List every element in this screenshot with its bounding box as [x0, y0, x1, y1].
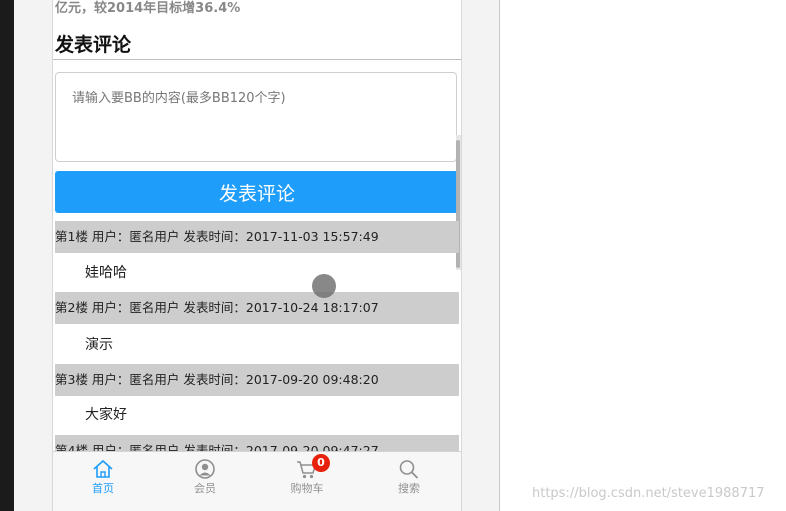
comment-body: 娃哈哈	[85, 265, 127, 281]
tab-home[interactable]: 首页	[73, 455, 133, 507]
comment-body: 演示	[85, 337, 113, 353]
tab-member[interactable]: 会员	[175, 455, 235, 507]
left-gutter	[14, 0, 52, 511]
touch-cursor-indicator	[312, 274, 336, 298]
tab-search[interactable]: 搜索	[379, 455, 439, 507]
phone-viewport[interactable]: 亿元，较2014年目标增36.4% 发表评论 发表评论 第1楼 用户：匿名用户 …	[52, 0, 462, 511]
tab-label: 首页	[92, 482, 114, 495]
tab-label: 搜索	[398, 482, 420, 495]
home-icon	[93, 459, 113, 478]
tab-cart[interactable]: 0 购物车	[277, 454, 337, 507]
comment-body: 大家好	[85, 407, 127, 423]
bottom-tabbar: 首页 会员 0 购物车 搜索	[53, 451, 461, 511]
screenshot-stage: 亿元，较2014年目标增36.4% 发表评论 发表评论 第1楼 用户：匿名用户 …	[0, 0, 786, 511]
comment-header: 第1楼 用户：匿名用户 发表时间：2017-11-03 15:57:49	[55, 221, 459, 253]
right-gutter	[462, 0, 500, 511]
vertical-divider	[499, 0, 500, 511]
member-icon	[195, 459, 215, 479]
watermark-text: https://blog.csdn.net/steve1988717	[532, 486, 765, 501]
comment-input[interactable]	[55, 72, 457, 162]
article-text-fragment: 亿元，较2014年目标增36.4%	[55, 1, 241, 16]
submit-comment-button[interactable]: 发表评论	[55, 171, 459, 213]
search-icon	[399, 460, 419, 479]
left-dark-edge	[0, 0, 14, 511]
cart-count-badge: 0	[312, 454, 330, 472]
tab-label: 会员	[194, 482, 216, 495]
tab-label: 购物车	[290, 482, 324, 495]
title-divider	[53, 59, 461, 60]
comment-header: 第2楼 用户：匿名用户 发表时间：2017-10-24 18:17:07	[55, 292, 459, 324]
comment-header: 第3楼 用户：匿名用户 发表时间：2017-09-20 09:48:20	[55, 364, 459, 396]
comment-section-title: 发表评论	[55, 34, 132, 56]
